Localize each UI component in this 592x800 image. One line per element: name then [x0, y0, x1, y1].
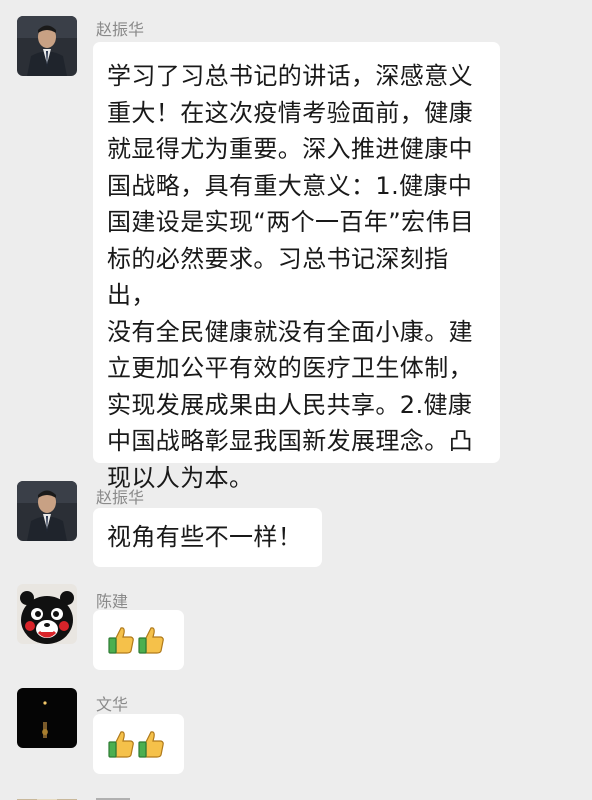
- message-bubble[interactable]: 学习了习总书记的讲话，深感意义 重大！在这次疫情考验面前，健康 就显得尤为重要。…: [93, 42, 500, 492]
- avatar-partial[interactable]: [17, 792, 77, 800]
- avatar-chenjian[interactable]: [17, 584, 77, 644]
- sender-name: 文华: [96, 695, 129, 714]
- dark-night-photo-icon: [17, 688, 77, 748]
- sender-name: 陈建: [96, 592, 129, 611]
- avatar-wenhua[interactable]: [17, 688, 77, 748]
- sender-name: 赵振华: [96, 488, 145, 507]
- message-bubble[interactable]: 视角有些不一样！: [93, 508, 322, 567]
- thumbs-up-icon: [137, 729, 165, 759]
- sender-name: 赵振华: [96, 20, 145, 39]
- thumbs-up-icon: [107, 729, 135, 759]
- kumamon-bear-icon: [17, 584, 77, 644]
- thumbs-up-icon: [137, 625, 165, 655]
- man-in-suit-photo-icon: [17, 16, 77, 76]
- avatar-zhaozhenhua[interactable]: [17, 481, 77, 541]
- sender-name: [96, 794, 130, 800]
- message-bubble[interactable]: [93, 610, 184, 670]
- thumbs-up-icon: [107, 625, 135, 655]
- avatar-zhaozhenhua[interactable]: [17, 16, 77, 76]
- man-in-suit-photo-icon: [17, 481, 77, 541]
- message-bubble[interactable]: [93, 714, 184, 774]
